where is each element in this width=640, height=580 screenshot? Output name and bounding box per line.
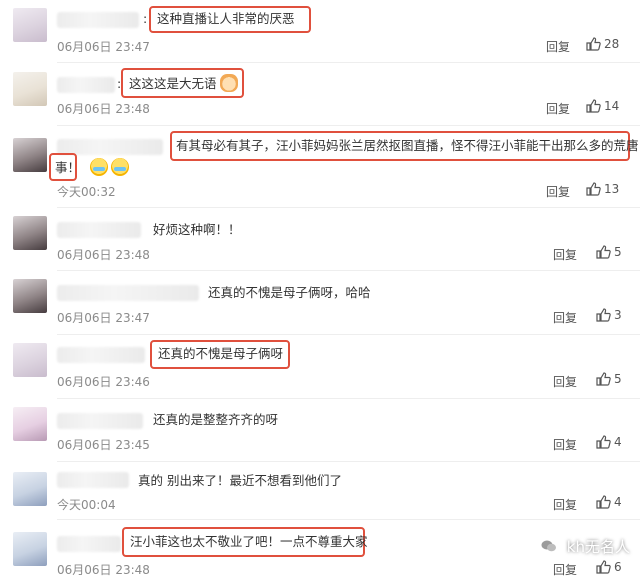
- comment-item: 真的 别出来了！最近不想看到他们了 今天00:04 回复 4: [0, 462, 640, 518]
- thumbs-up-icon: [596, 435, 611, 449]
- comment-time: 06月06日 23:47: [57, 40, 150, 54]
- comment-text: 好烦这种啊！！: [153, 222, 241, 237]
- avatar[interactable]: [13, 138, 47, 172]
- thumbs-up-icon: [596, 560, 611, 574]
- reply-button[interactable]: 回复: [553, 436, 577, 453]
- comment-text-line1: 有其母必有其子，汪小菲妈妈张兰居然抠图直播，怪不得汪小菲能干出那么多的荒唐: [176, 138, 639, 153]
- thumbs-up-icon: [596, 245, 611, 259]
- reply-button[interactable]: 回复: [546, 38, 570, 55]
- reply-button[interactable]: 回复: [553, 246, 577, 263]
- avatar[interactable]: [13, 216, 47, 250]
- watermark: kh无名人: [536, 534, 630, 558]
- like-button[interactable]: 4: [596, 435, 622, 449]
- comment-item: 有其母必有其子，汪小菲妈妈张兰居然抠图直播，怪不得汪小菲能干出那么多的荒唐 事！…: [0, 126, 640, 206]
- like-button[interactable]: 6: [596, 560, 622, 574]
- reply-button[interactable]: 回复: [553, 561, 577, 578]
- wechat-icon: [536, 534, 561, 558]
- like-button[interactable]: 13: [586, 182, 619, 196]
- comment-text: 这这这是大无语: [129, 74, 238, 93]
- username-blurred: [57, 222, 141, 238]
- avatar[interactable]: [13, 407, 47, 441]
- username-blurred: [57, 536, 121, 552]
- crying-emoji-icon: [90, 158, 109, 176]
- thumbs-up-icon: [586, 99, 601, 113]
- comment-text: 还真的不愧是母子俩呀: [158, 346, 284, 361]
- comment-time: 06月06日 23:46: [57, 375, 150, 389]
- like-button[interactable]: 5: [596, 372, 622, 386]
- like-button[interactable]: 3: [596, 308, 622, 322]
- thumbs-up-icon: [586, 37, 601, 51]
- comment-item: 还真的不愧是母子俩呀，哈哈 06月06日 23:47 回复 3: [0, 271, 640, 331]
- comment-time: 06月06日 23:47: [57, 311, 150, 325]
- comment-text: 真的 别出来了！最近不想看到他们了: [138, 473, 342, 488]
- avatar[interactable]: [13, 472, 47, 506]
- reply-button[interactable]: 回复: [546, 183, 570, 200]
- comment-item: : 这这这是大无语 06月06日 23:48 回复 14: [0, 63, 640, 123]
- like-count: 28: [604, 37, 620, 51]
- comment-text-line2: 事！: [55, 158, 130, 177]
- username-blurred: [57, 472, 129, 488]
- username-blurred: [57, 77, 115, 93]
- username-blurred: [57, 12, 139, 28]
- comment-text-content: 事！: [55, 160, 81, 175]
- comment-item: 还真的不愧是母子俩呀 06月06日 23:46 回复 5: [0, 335, 640, 395]
- like-button[interactable]: 14: [586, 99, 619, 113]
- like-button[interactable]: 5: [596, 245, 622, 259]
- avatar[interactable]: [13, 8, 47, 42]
- like-button[interactable]: 28: [586, 37, 619, 51]
- comment-text: 这种直播让人非常的厌恶: [157, 11, 295, 26]
- comment-time: 06月06日 23:48: [57, 248, 150, 262]
- thumbs-up-icon: [596, 495, 611, 509]
- reply-button[interactable]: 回复: [553, 309, 577, 326]
- watermark-text: kh无名人: [566, 537, 630, 556]
- comment-time: 06月06日 23:45: [57, 438, 150, 452]
- comment-text: 还真的是整整齐齐的呀: [153, 412, 279, 427]
- like-count: 6: [614, 560, 622, 574]
- username-blurred: [57, 413, 143, 429]
- comment-text: 汪小菲这也太不敬业了吧！一点不尊重大家: [130, 534, 368, 549]
- like-button[interactable]: 4: [596, 495, 622, 509]
- comment-item: 还真的是整整齐齐的呀 06月06日 23:45 回复 4: [0, 399, 640, 459]
- comment-time: 今天00:04: [57, 498, 116, 512]
- like-count: 4: [614, 495, 622, 509]
- comment-text: 还真的不愧是母子俩呀，哈哈: [208, 285, 371, 300]
- reply-button[interactable]: 回复: [553, 373, 577, 390]
- avatar[interactable]: [13, 343, 47, 377]
- comment-item: : 这种直播让人非常的厌恶 06月06日 23:47 回复 28: [0, 0, 640, 60]
- comment-time: 今天00:32: [57, 185, 116, 199]
- comment-time: 06月06日 23:48: [57, 563, 150, 577]
- avatar[interactable]: [13, 279, 47, 313]
- like-count: 5: [614, 372, 622, 386]
- username-blurred: [57, 285, 199, 301]
- comment-item: 好烦这种啊！！ 06月06日 23:48 回复 5: [0, 208, 640, 268]
- like-count: 5: [614, 245, 622, 259]
- like-count: 3: [614, 308, 622, 322]
- cat-emoji-icon: [219, 74, 238, 92]
- like-count: 13: [604, 182, 620, 196]
- like-count: 4: [614, 435, 622, 449]
- colon: :: [143, 11, 148, 26]
- reply-button[interactable]: 回复: [553, 496, 577, 513]
- comment-time: 06月06日 23:48: [57, 102, 150, 116]
- reply-button[interactable]: 回复: [546, 100, 570, 117]
- thumbs-up-icon: [596, 308, 611, 322]
- username-blurred: [57, 347, 145, 363]
- thumbs-up-icon: [596, 372, 611, 386]
- avatar[interactable]: [13, 72, 47, 106]
- crying-emoji-icon: [111, 158, 130, 176]
- comment-text-content: 这这这是大无语: [129, 76, 217, 91]
- avatar[interactable]: [13, 532, 47, 566]
- thumbs-up-icon: [586, 182, 601, 196]
- like-count: 14: [604, 99, 620, 113]
